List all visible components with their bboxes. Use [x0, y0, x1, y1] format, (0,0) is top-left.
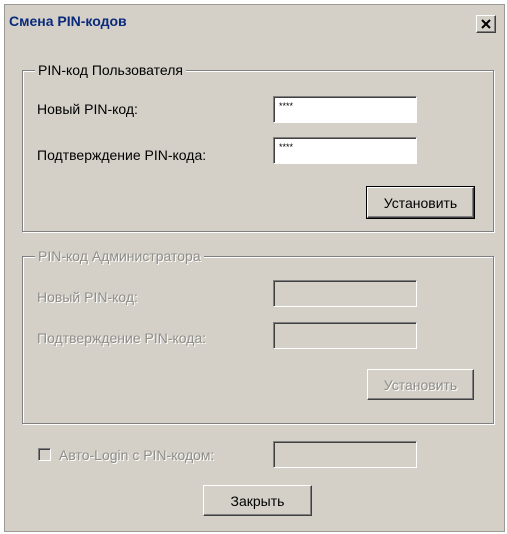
title-bar: Смена PIN-кодов	[5, 5, 504, 39]
auto-login-label: Авто-Login с PIN-кодом:	[59, 447, 215, 463]
user-confirm-pin-label: Подтверждение PIN-кода:	[37, 147, 207, 163]
auto-login-checkbox[interactable]	[38, 448, 51, 461]
pin-change-dialog: Смена PIN-кодов PIN-код Пользователя Нов…	[4, 4, 505, 532]
dialog-title: Смена PIN-кодов	[9, 13, 127, 29]
admin-new-pin-field[interactable]	[273, 280, 417, 307]
admin-set-button-label: Установить	[383, 376, 458, 393]
user-pin-group-legend: PIN-код Пользователя	[35, 62, 186, 78]
user-new-pin-label: Новый PIN-код:	[37, 101, 138, 117]
close-button-label: Закрыть	[230, 492, 285, 509]
auto-login-field[interactable]	[273, 441, 417, 468]
admin-set-button[interactable]: Установить	[367, 369, 474, 400]
user-set-button[interactable]: Установить	[366, 186, 475, 219]
close-window-button[interactable]	[476, 15, 496, 33]
user-set-button-label: Установить	[383, 194, 458, 211]
admin-confirm-pin-field[interactable]	[273, 322, 417, 349]
user-confirm-pin-field[interactable]: ****	[273, 137, 417, 164]
close-button[interactable]: Закрыть	[203, 485, 312, 516]
admin-pin-group-legend: PIN-код Администратора	[35, 248, 204, 264]
admin-confirm-pin-label: Подтверждение PIN-кода:	[37, 330, 207, 346]
close-icon	[481, 19, 491, 29]
user-new-pin-field[interactable]: ****	[273, 96, 417, 123]
admin-new-pin-label: Новый PIN-код:	[37, 289, 138, 305]
